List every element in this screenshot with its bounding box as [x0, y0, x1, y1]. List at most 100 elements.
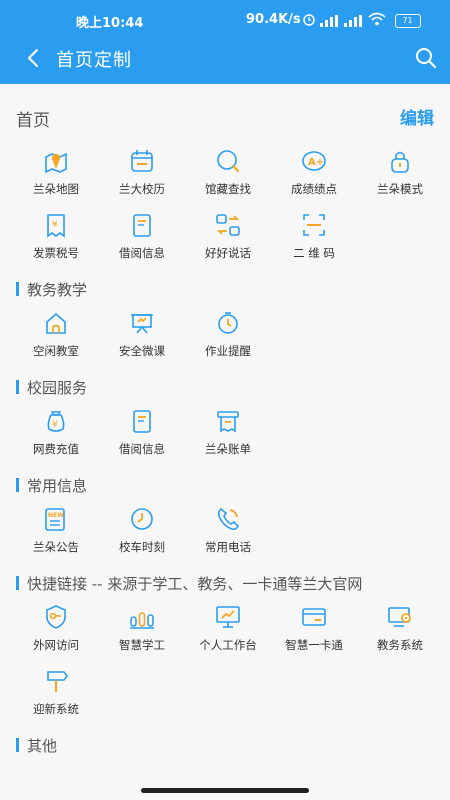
grid-item[interactable]: 好好说话	[184, 211, 272, 267]
page-title: 首页定制	[56, 50, 132, 71]
svg-text:¥: ¥	[52, 420, 58, 430]
book-icon	[128, 407, 156, 435]
grid-item[interactable]: ¥ 发票税号	[12, 211, 100, 267]
grid-item-label: 个人工作台	[199, 638, 257, 652]
grid-item[interactable]: 智慧学工	[98, 603, 186, 659]
section-title-text: 快捷链接 -- 来源于学工、教务、一卡通等兰大官网	[27, 575, 363, 593]
grid-item[interactable]: 馆藏查找	[184, 147, 272, 203]
svg-text:NEW: NEW	[48, 512, 64, 519]
qrcode-scan-icon	[300, 211, 328, 239]
section-title: 其他	[16, 735, 57, 756]
grid-item[interactable]: A+ 成绩绩点	[270, 147, 358, 203]
section-accent-bar	[16, 282, 19, 296]
grid-item-label: 迎新系统	[33, 702, 79, 716]
grid-item-label: 二 维 码	[293, 246, 335, 260]
wifi-icon	[368, 12, 386, 30]
network-speed: 90.4K/s	[246, 12, 301, 27]
swap-icon	[214, 211, 242, 239]
grid-item-label: 外网访问	[33, 638, 79, 652]
grid-item[interactable]: NEW 兰朵公告	[12, 505, 100, 561]
grid-item-label: 常用电话	[205, 540, 251, 554]
timer-icon	[214, 309, 242, 337]
signal-icon	[320, 15, 340, 27]
lecture-icon	[128, 309, 156, 337]
map-pin-icon	[42, 147, 70, 175]
grid-item-label: 借阅信息	[119, 442, 165, 456]
header: 首页定制	[0, 38, 450, 78]
grid-item-label: 智慧学工	[119, 638, 165, 652]
grid-item[interactable]: 安全微课	[98, 309, 186, 365]
search-book-icon	[214, 147, 242, 175]
signal-icon-2	[344, 15, 364, 27]
key-shield-icon	[42, 603, 70, 631]
section-title: 教务教学	[16, 279, 87, 300]
grid-item-label: 空闲教室	[33, 344, 79, 358]
grid-item[interactable]: 兰大校历	[98, 147, 186, 203]
classroom-icon	[42, 309, 70, 337]
grid-item-label: 好好说话	[205, 246, 251, 260]
grid-item[interactable]: 兰朵账单	[184, 407, 272, 463]
signpost-icon	[42, 667, 70, 695]
grid-item-label: 馆藏查找	[205, 182, 251, 196]
grid-item-label: 兰朵模式	[377, 182, 423, 196]
home-indicator	[141, 788, 309, 793]
grid-item[interactable]: 借阅信息	[98, 407, 186, 463]
news-icon: NEW	[42, 505, 70, 533]
status-time: 晚上10:44	[76, 16, 144, 31]
grid-item-label: 安全微课	[119, 344, 165, 358]
section-title-text: 教务教学	[27, 281, 88, 299]
grid-item-label: 教务系统	[377, 638, 423, 652]
status-bar: 晚上10:44 90.4K/s 71	[0, 0, 450, 40]
grid-item[interactable]: 兰朵地图	[12, 147, 100, 203]
bars-icon	[128, 603, 156, 631]
grid-item[interactable]: 迎新系统	[12, 667, 100, 723]
edit-button[interactable]: 编辑	[400, 104, 434, 129]
calendar-icon	[128, 147, 156, 175]
card-icon	[300, 603, 328, 631]
grid-item[interactable]: 智慧一卡通	[270, 603, 358, 659]
grid-item[interactable]: 常用电话	[184, 505, 272, 561]
section-title-text: 其他	[27, 737, 58, 755]
section-accent-bar	[16, 380, 19, 394]
section-accent-bar	[16, 576, 19, 590]
section-accent-bar	[16, 738, 19, 752]
clock-icon	[128, 505, 156, 533]
section-title: 常用信息	[16, 475, 87, 496]
grid-item[interactable]: 个人工作台	[184, 603, 272, 659]
alarm-icon	[302, 12, 316, 30]
grid-item[interactable]: 外网访问	[12, 603, 100, 659]
grid-item[interactable]: 借阅信息	[98, 211, 186, 267]
phone-icon	[214, 505, 242, 533]
grid-item-label: 网费充值	[33, 442, 79, 456]
grid-item-label: 兰朵公告	[33, 540, 79, 554]
search-button[interactable]	[412, 44, 440, 72]
section-title-text: 校园服务	[27, 379, 88, 397]
grid-item[interactable]: ¥ 网费充值	[12, 407, 100, 463]
grid-item[interactable]: 二 维 码	[270, 211, 358, 267]
invoice-icon: ¥	[42, 211, 70, 239]
book-icon	[128, 211, 156, 239]
grid-item[interactable]: 教务系统	[356, 603, 444, 659]
grid-item[interactable]: 兰朵模式	[356, 147, 444, 203]
monitor-icon	[214, 603, 242, 631]
grid-item[interactable]: 作业提醒	[184, 309, 272, 365]
content: 首页 编辑 兰朵地图兰大校历 馆藏查找 A+ 成绩绩点兰朵模式 ¥ 发票税号借阅信息 好好说…	[0, 84, 450, 800]
section-title: 校园服务	[16, 377, 87, 398]
grid-item-label: 成绩绩点	[291, 182, 337, 196]
lock-icon	[386, 147, 414, 175]
grid-item-label: 借阅信息	[119, 246, 165, 260]
money-bag-icon: ¥	[42, 407, 70, 435]
back-button[interactable]	[22, 46, 46, 70]
grid-item[interactable]: 校车时刻	[98, 505, 186, 561]
grid-item-label: 智慧一卡通	[285, 638, 343, 652]
grid-item-label: 作业提醒	[205, 344, 251, 358]
svg-text:¥: ¥	[52, 220, 58, 230]
top-bar: 晚上10:44 90.4K/s 71 首页定制	[0, 0, 450, 84]
grid-item[interactable]: 空闲教室	[12, 309, 100, 365]
search-icon	[416, 48, 436, 68]
section-accent-bar	[16, 478, 19, 492]
status-icons: 71	[302, 12, 421, 30]
grid-item-label: 兰朵账单	[205, 442, 251, 456]
home-section-title: 首页	[16, 111, 50, 131]
grid-item-label: 兰大校历	[119, 182, 165, 196]
